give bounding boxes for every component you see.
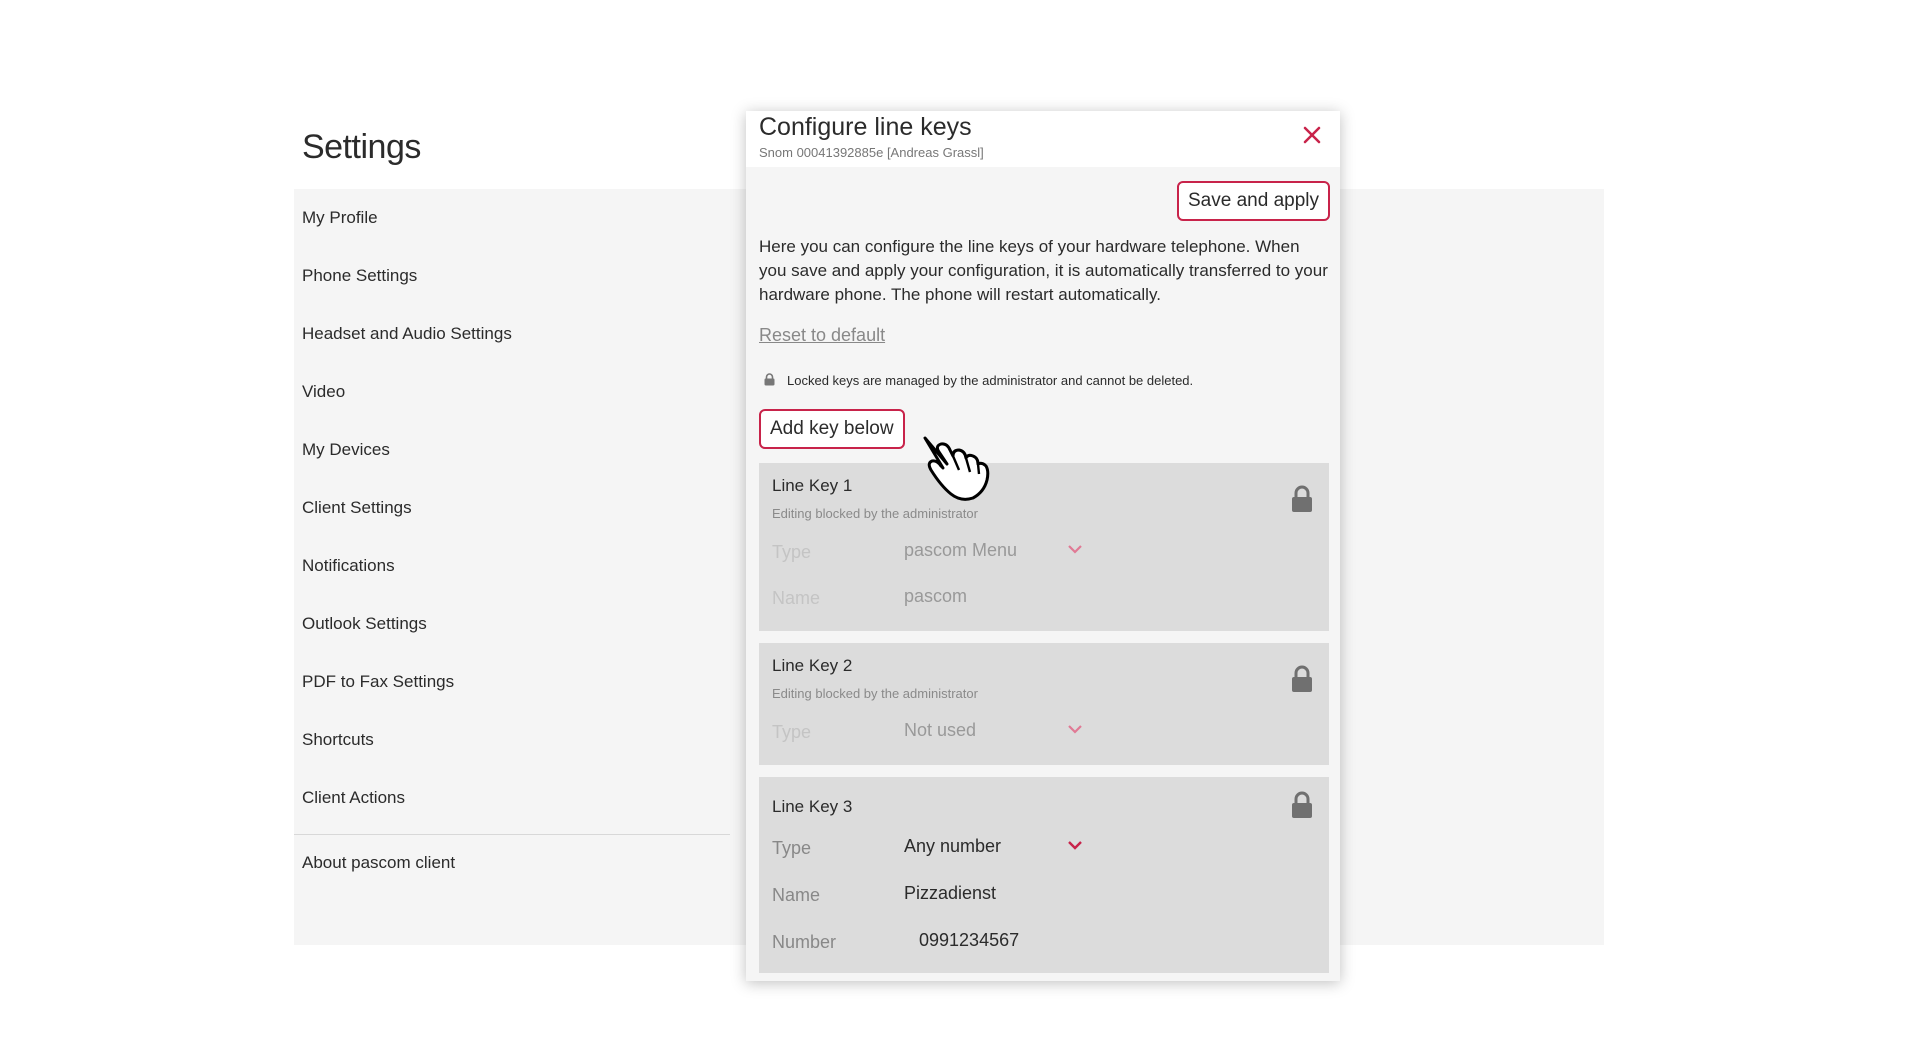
nav-item-notifications[interactable]: Notifications	[302, 537, 732, 595]
type-select: Not used	[904, 720, 977, 740]
line-key-card: Line Key 2 Editing blocked by the admini…	[759, 643, 1329, 765]
lock-icon	[1292, 665, 1312, 692]
close-icon	[1303, 126, 1321, 144]
chevron-down-icon	[1068, 725, 1082, 734]
line-key-title: Line Key 2	[772, 656, 853, 675]
close-button[interactable]	[1298, 121, 1326, 149]
type-label: Type	[772, 838, 812, 858]
line-key-title: Line Key 3	[772, 797, 853, 816]
type-label: Type	[772, 542, 812, 562]
name-label: Name	[772, 588, 821, 608]
page-title: Settings	[302, 128, 421, 166]
line-key-title: Line Key 1	[772, 476, 853, 495]
type-label: Type	[772, 722, 812, 742]
line-key-card: Line Key 1 Editing blocked by the admini…	[759, 463, 1329, 631]
reset-to-default-link[interactable]: Reset to default	[759, 325, 885, 346]
nav-item-shortcuts[interactable]: Shortcuts	[302, 711, 732, 769]
chevron-down-icon[interactable]	[1067, 839, 1083, 851]
hand-cursor-icon	[923, 436, 990, 501]
name-input[interactable]: Pizzadienst	[904, 883, 996, 904]
dialog-subtitle: Snom 00041392885e [Andreas Grassl]	[759, 145, 984, 160]
line-key-card: Line Key 3 Type Any number Name Pizzadie…	[759, 777, 1329, 973]
nav-item-my-profile[interactable]: My Profile	[302, 189, 732, 247]
dialog-title: Configure line keys	[759, 113, 972, 141]
locked-keys-note-text: Locked keys are managed by the administr…	[787, 373, 1194, 388]
chevron-down-icon	[1068, 545, 1082, 554]
line-key-blocked-note: Editing blocked by the administrator	[772, 686, 978, 701]
nav-item-my-devices[interactable]: My Devices	[302, 421, 732, 479]
settings-nav: My Profile Phone Settings Headset and Au…	[302, 189, 732, 827]
add-key-below-button[interactable]: Add key below	[759, 409, 905, 449]
lock-icon	[764, 373, 775, 386]
type-select[interactable]: Any number	[904, 836, 1001, 857]
nav-item-video[interactable]: Video	[302, 363, 732, 421]
nav-item-headset-audio[interactable]: Headset and Audio Settings	[302, 305, 732, 363]
nav-item-outlook-settings[interactable]: Outlook Settings	[302, 595, 732, 653]
nav-item-client-settings[interactable]: Client Settings	[302, 479, 732, 537]
name-field: pascom	[904, 586, 968, 606]
nav-item-pdf-fax[interactable]: PDF to Fax Settings	[302, 653, 732, 711]
line-key-blocked-note: Editing blocked by the administrator	[772, 506, 978, 521]
save-and-apply-button[interactable]: Save and apply	[1177, 181, 1330, 221]
number-input[interactable]: 0991234567	[919, 930, 1019, 951]
type-select: pascom Menu	[904, 540, 1018, 560]
lock-icon	[1292, 791, 1312, 818]
nav-item-phone-settings[interactable]: Phone Settings	[302, 247, 732, 305]
dialog-description: Here you can configure the line keys of …	[759, 237, 1328, 304]
number-label: Number	[772, 932, 837, 952]
locked-keys-note: Locked keys are managed by the administr…	[764, 373, 1193, 388]
configure-line-keys-dialog: Configure line keys Snom 00041392885e [A…	[746, 111, 1340, 981]
name-label: Name	[772, 885, 821, 905]
dialog-header: Configure line keys Snom 00041392885e [A…	[746, 111, 1340, 167]
nav-item-about[interactable]: About pascom client	[302, 834, 455, 892]
nav-item-client-actions[interactable]: Client Actions	[302, 769, 732, 827]
lock-icon	[1292, 485, 1312, 512]
